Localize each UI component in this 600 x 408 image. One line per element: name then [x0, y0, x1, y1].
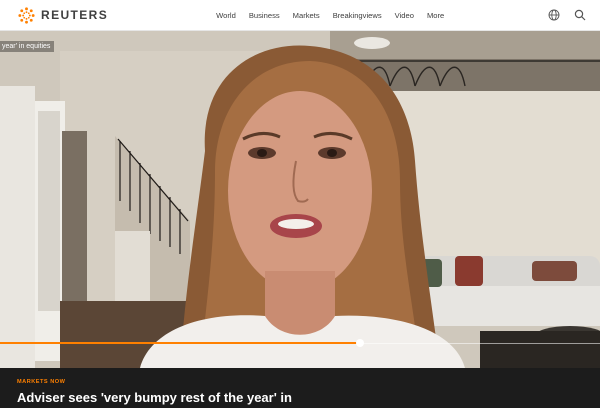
video-progress-bar[interactable]	[0, 339, 600, 347]
nav-item-markets[interactable]: Markets	[293, 11, 320, 20]
nav-item-video[interactable]: Video	[395, 11, 414, 20]
reuters-logo[interactable]: REUTERS	[17, 6, 108, 25]
nav-item-breakingviews[interactable]: Breakingviews	[333, 11, 382, 20]
search-icon[interactable]	[574, 9, 586, 21]
section-kicker[interactable]: MARKETS NOW	[17, 379, 65, 385]
reuters-logo-icon	[18, 6, 35, 24]
progress-handle[interactable]	[356, 339, 364, 347]
video-info-panel: MARKETS NOW Adviser sees 'very bumpy res…	[0, 368, 600, 408]
video-caption-chip: year' in equities	[0, 41, 55, 52]
nav-item-business[interactable]: Business	[249, 11, 280, 20]
video-player[interactable]: year' in equities	[0, 31, 600, 368]
progress-fill	[0, 342, 360, 344]
site-header: REUTERS World Business Markets Breakingv…	[0, 0, 600, 31]
video-headline: Adviser sees 'very bumpy rest of the yea…	[17, 390, 292, 405]
video-frame	[0, 31, 600, 368]
logo-text: REUTERS	[41, 8, 109, 22]
header-icons	[548, 9, 586, 21]
nav-item-more[interactable]: More	[427, 11, 444, 20]
globe-icon[interactable]	[548, 9, 560, 21]
main-nav: World Business Markets Breakingviews Vid…	[216, 11, 457, 20]
nav-item-world[interactable]: World	[216, 11, 236, 20]
